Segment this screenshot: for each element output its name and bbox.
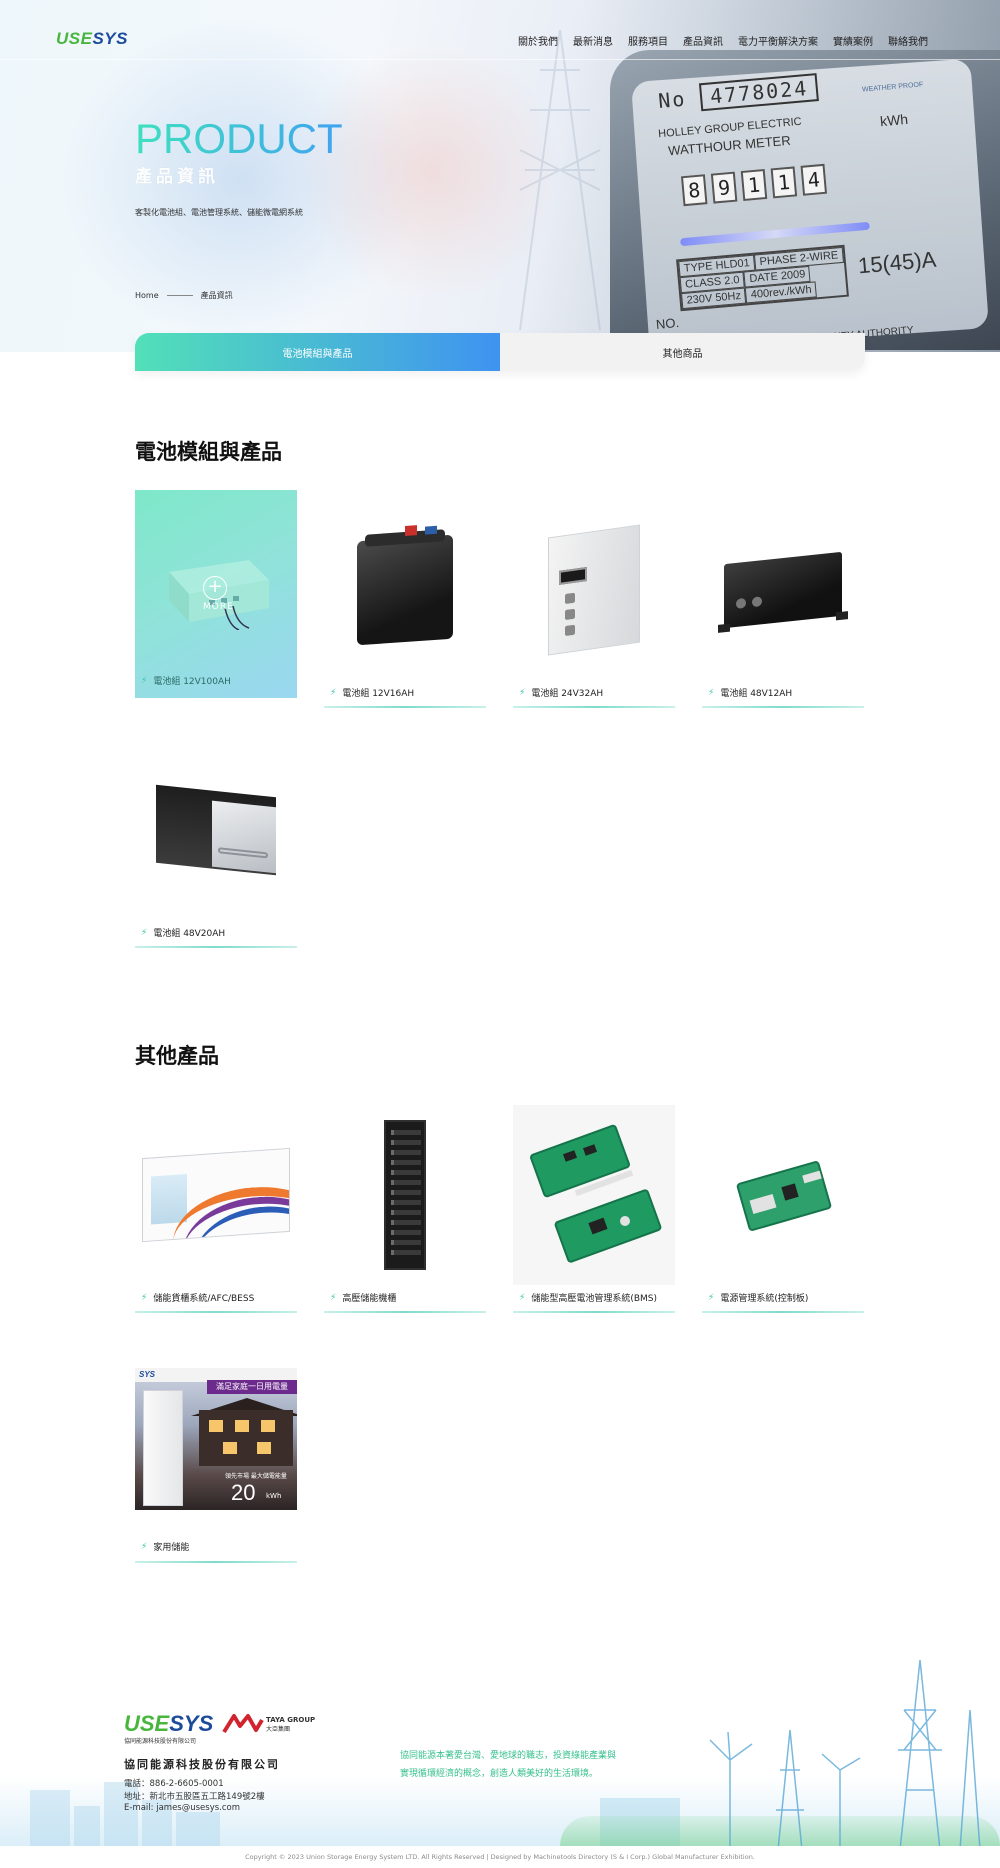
- bolt-icon: ⚡: [141, 927, 148, 938]
- nav-power-balance[interactable]: 電力平衡解決方案: [738, 33, 818, 48]
- nav-products[interactable]: 產品資訊: [683, 33, 723, 48]
- product-card-48v12ah[interactable]: ⚡ 電池組 48V12AH: [702, 500, 864, 708]
- tab-battery-modules[interactable]: 電池模組與產品: [135, 333, 500, 371]
- other-section-title: 其他產品: [135, 1044, 219, 1068]
- nav-contact[interactable]: 聯絡我們: [888, 33, 928, 48]
- control-board-icon: [723, 1145, 843, 1245]
- contact-phone: 電話：886-2-6605-0001: [124, 1779, 224, 1789]
- home-ess-image: SYS 滿足家庭一日用電量 領先市場 最大儲電能量 20 kWh: [135, 1368, 297, 1510]
- product-image: [324, 500, 486, 680]
- bolt-icon: ⚡: [708, 687, 715, 698]
- product-image: [513, 1105, 675, 1285]
- electric-meter-image: No 4778024 HOLLEY GROUP ELECTRIC WATTHOU…: [600, 40, 1000, 352]
- bolt-icon: ⚡: [708, 1292, 715, 1303]
- product-image: [513, 500, 675, 680]
- product-card-bms[interactable]: ⚡ 儲能型高壓電池管理系統(BMS): [513, 1105, 675, 1313]
- contact-email[interactable]: E-mail: james@usesys.com: [124, 1803, 240, 1813]
- plus-icon: +: [203, 576, 227, 600]
- product-image: [324, 1105, 486, 1285]
- usesys-logo[interactable]: USESYS: [56, 29, 128, 49]
- page-subtitle: 產品資訊: [135, 167, 219, 187]
- power-towers-icon: [709, 1659, 981, 1850]
- taya-group-logo-icon: [222, 1714, 264, 1734]
- product-card-afc-bess[interactable]: ⚡ 儲能貨櫃系統/AFC/BESS: [135, 1105, 297, 1313]
- battery-24v32ah-icon: [548, 524, 640, 656]
- product-card-24v32ah[interactable]: ⚡ 電池組 24V32AH: [513, 500, 675, 708]
- hero-banner: No 4778024 HOLLEY GROUP ELECTRIC WATTHOU…: [0, 0, 1000, 352]
- bolt-icon: ⚡: [330, 1292, 337, 1303]
- bolt-icon: ⚡: [330, 687, 337, 698]
- product-card-power-control-board[interactable]: ⚡ 電源管理系統(控制板): [702, 1105, 864, 1313]
- breadcrumb-current: 產品資訊: [200, 291, 233, 300]
- top-navigation: USESYS 關於我們 最新消息 服務項目 產品資訊 電力平衡解決方案 實績案例…: [0, 0, 1000, 60]
- page-title: PRODUCT: [135, 115, 343, 162]
- footer-logo[interactable]: USESYS: [124, 1711, 213, 1737]
- product-image: [702, 500, 864, 680]
- product-image: [135, 1105, 297, 1285]
- nav-about[interactable]: 關於我們: [518, 33, 558, 48]
- bolt-icon: ⚡: [141, 1541, 148, 1552]
- footer-slogan: 協同能源本著愛台灣、愛地球的職志，投資綠能產業與 實現循環經濟的概念，創造人類美…: [400, 1751, 617, 1779]
- bolt-icon: ⚡: [519, 1292, 526, 1303]
- nav-cases[interactable]: 實績案例: [833, 33, 873, 48]
- breadcrumb-home[interactable]: Home: [135, 291, 159, 300]
- product-card-home-ess[interactable]: SYS 滿足家庭一日用電量 領先市場 最大儲電能量 20 kWh ⚡ 家用儲能: [135, 1368, 297, 1563]
- energy-container-icon: [142, 1147, 290, 1243]
- bolt-icon: ⚡: [141, 1292, 148, 1303]
- product-card-hv-cabinet[interactable]: ⚡ 高壓儲能機櫃: [324, 1105, 486, 1313]
- product-card-12v100ah[interactable]: + MORE ⚡ 電池組 12V100AH: [135, 490, 297, 698]
- tab-other-products[interactable]: 其他商品: [500, 333, 865, 371]
- bms-board-icon: [524, 1120, 664, 1270]
- battery-rack-icon: [384, 1120, 426, 1270]
- bolt-icon: ⚡: [519, 687, 526, 698]
- battery-48v20ah-icon: [156, 784, 276, 876]
- product-image: [702, 1105, 864, 1285]
- product-card-hover: + MORE ⚡ 電池組 12V100AH: [135, 490, 297, 698]
- copyright: Copyright © 2023 Union Storage Energy Sy…: [0, 1846, 1000, 1868]
- battery-12v16ah-icon: [357, 525, 453, 646]
- battery-48v12ah-icon: [718, 551, 848, 633]
- product-image: [135, 740, 297, 920]
- contact-address: 地址：新北市五股區五工路149號2樓: [124, 1792, 265, 1802]
- company-name: 協同能源科技股份有限公司: [124, 1758, 280, 1771]
- product-card-12v16ah[interactable]: ⚡ 電池組 12V16AH: [324, 500, 486, 708]
- category-tabs: 電池模組與產品 其他商品: [135, 333, 865, 371]
- nav-news[interactable]: 最新消息: [573, 33, 613, 48]
- page-description: 客製化電池組、電池管理系統、儲能微電網系統: [135, 208, 303, 217]
- site-footer: USESYS 協同能源科技股份有限公司 TAYA GROUP 大亞集團 協同能源科…: [0, 1640, 1000, 1868]
- product-card-48v20ah[interactable]: ⚡ 電池組 48V20AH: [135, 740, 297, 948]
- battery-section-title: 電池模組與產品: [135, 440, 282, 464]
- breadcrumb: Home 產品資訊: [135, 290, 233, 301]
- bolt-icon: ⚡: [141, 675, 148, 686]
- nav-services[interactable]: 服務項目: [628, 33, 668, 48]
- main-menu: 關於我們 最新消息 服務項目 產品資訊 電力平衡解決方案 實績案例 聯絡我們: [518, 33, 928, 48]
